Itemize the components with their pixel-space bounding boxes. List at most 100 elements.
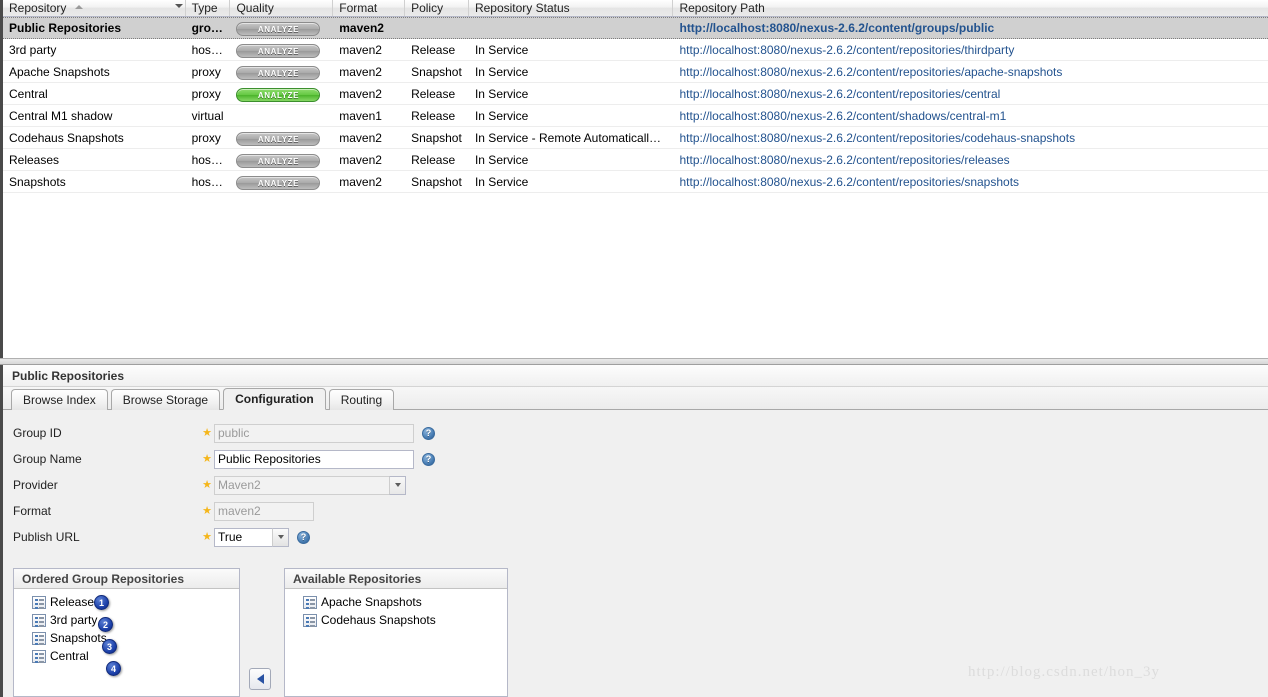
cell-policy: Release xyxy=(411,42,456,57)
form-row-provider: Provider ★ xyxy=(3,472,1268,498)
help-icon[interactable]: ? xyxy=(422,452,435,466)
column-header-policy-label: Policy xyxy=(411,1,444,15)
table-row[interactable]: Releases hosted ANALYZE maven2 Release In Ser… xyxy=(3,149,1268,171)
cell-type: group xyxy=(191,21,226,35)
cell-repository-path[interactable]: http://localhost:8080/nexus-2.6.2/conten… xyxy=(673,172,1268,192)
cell-type: proxy xyxy=(191,130,221,145)
chevron-down-icon[interactable] xyxy=(174,4,183,8)
table-row[interactable]: Central proxy ANALYZE maven2 Release In Servi… xyxy=(3,83,1268,105)
tab-routing[interactable]: Routing xyxy=(328,389,395,410)
table-row[interactable]: Codehaus Snapshots proxy ANALYZE maven2 Snap… xyxy=(3,127,1268,149)
panel-splitter[interactable] xyxy=(0,358,1268,365)
help-icon[interactable]: ? xyxy=(297,530,310,544)
cell-format: maven2 xyxy=(339,86,382,101)
column-header-repository[interactable]: Repository xyxy=(3,0,186,16)
ordered-group-repositories-panel: Ordered Group Repositories Releases 1 3rd … xyxy=(13,568,240,697)
format-input[interactable] xyxy=(214,501,314,521)
cell-quality: ANALYZE xyxy=(230,40,333,60)
cell-repository-path[interactable]: http://localhost:8080/nexus-2.6.2/conten… xyxy=(673,106,1268,126)
move-left-button[interactable] xyxy=(249,668,271,690)
table-row[interactable]: Apache Snapshots proxy ANALYZE maven2 Snapsh… xyxy=(3,61,1268,83)
table-row[interactable]: Public Repositories group ANALYZE maven2 htt… xyxy=(3,17,1268,39)
group-name-label: Group Name xyxy=(13,452,82,466)
required-star-icon: ★ xyxy=(202,426,212,439)
cell-policy: Release xyxy=(411,86,456,101)
list-item[interactable]: Snapshots 3 xyxy=(32,629,239,654)
repository-icon xyxy=(32,649,46,663)
cell-repository-path[interactable]: http://localhost:8080/nexus-2.6.2/conten… xyxy=(673,62,1268,82)
form-row-publish-url: Publish URL ★ ? xyxy=(3,524,1268,550)
sort-ascending-icon xyxy=(74,5,83,9)
group-id-input[interactable] xyxy=(214,423,414,443)
column-header-repository-status-label: Repository Status xyxy=(474,1,570,15)
analyze-button[interactable]: ANALYZE xyxy=(236,153,321,168)
cell-type: hosted xyxy=(191,152,228,167)
order-badge: 4 xyxy=(106,661,121,676)
table-row[interactable]: Snapshots hosted ANALYZE maven2 Snapshot In S… xyxy=(3,171,1268,193)
provider-select[interactable] xyxy=(214,475,406,495)
column-header-type[interactable]: Type xyxy=(186,0,231,16)
cell-repository-path[interactable]: http://localhost:8080/nexus-2.6.2/conten… xyxy=(673,150,1268,170)
list-item[interactable]: Releases 1 xyxy=(32,593,239,611)
cell-policy: Snapshot xyxy=(411,64,462,79)
analyze-button[interactable]: ANALYZE xyxy=(236,65,321,80)
provider-select-wrapper[interactable] xyxy=(214,475,406,495)
table-row[interactable]: Central M1 shadow virtual maven1 Release In … xyxy=(3,105,1268,127)
cell-format: maven2 xyxy=(339,42,382,57)
list-item[interactable]: Apache Snapshots xyxy=(303,593,507,611)
list-item-label: Codehaus Snapshots xyxy=(321,613,436,627)
cell-status: In Service xyxy=(474,174,529,189)
repository-icon xyxy=(303,595,317,609)
cell-repository: Codehaus Snapshots xyxy=(9,130,124,145)
chevron-down-icon[interactable] xyxy=(272,527,289,547)
cell-format: maven1 xyxy=(339,108,382,123)
nexus-repository-manager: Repository Type Quality Format Policy Re… xyxy=(0,0,1268,697)
table-row[interactable]: 3rd party hosted ANALYZE maven2 Release In Se… xyxy=(3,39,1268,61)
cell-repository: Central xyxy=(9,86,48,101)
tab-configuration[interactable]: Configuration xyxy=(223,388,326,410)
cell-status: In Service xyxy=(474,42,529,57)
analyze-button[interactable]: ANALYZE xyxy=(236,175,321,190)
grid-body: Public Repositories group ANALYZE maven2 htt… xyxy=(3,17,1268,193)
repository-icon xyxy=(32,613,46,627)
analyze-button[interactable]: ANALYZE xyxy=(236,87,321,102)
list-item[interactable]: 3rd party 2 xyxy=(32,611,239,632)
cell-repository-path[interactable]: http://localhost:8080/nexus-2.6.2/conten… xyxy=(673,128,1268,148)
cell-status: In Service xyxy=(474,86,529,101)
list-item[interactable]: Central 4 xyxy=(32,647,239,676)
cell-repository-path[interactable]: http://localhost:8080/nexus-2.6.2/conten… xyxy=(673,18,1268,38)
publish-url-select-wrapper[interactable] xyxy=(214,527,289,547)
list-item-label: Releases xyxy=(50,595,101,609)
cell-repository-path[interactable]: http://localhost:8080/nexus-2.6.2/conten… xyxy=(673,84,1268,104)
column-header-repository-status[interactable]: Repository Status xyxy=(469,0,674,16)
tab-browse-index[interactable]: Browse Index xyxy=(11,389,108,410)
list-item[interactable]: Codehaus Snapshots xyxy=(303,611,507,629)
column-header-format[interactable]: Format xyxy=(333,0,406,16)
format-label: Format xyxy=(13,504,52,518)
analyze-button[interactable]: ANALYZE xyxy=(236,22,321,36)
column-header-repository-path-label: Repository Path xyxy=(679,1,765,15)
cell-policy: Release xyxy=(411,108,456,123)
cell-format: maven2 xyxy=(339,152,382,167)
analyze-button[interactable]: ANALYZE xyxy=(236,43,321,58)
list-item-label: 3rd party xyxy=(50,613,98,627)
cell-quality: ANALYZE xyxy=(230,84,333,104)
group-name-input[interactable] xyxy=(214,449,414,469)
tab-browse-storage[interactable]: Browse Storage xyxy=(110,389,221,410)
cell-format: maven2 xyxy=(339,130,382,145)
column-header-repository-path[interactable]: Repository Path xyxy=(673,0,1268,16)
ordered-group-repositories-list[interactable]: Releases 1 3rd party 2 Snapshots 3 Central 4 xyxy=(14,589,239,676)
chevron-down-icon[interactable] xyxy=(389,475,406,495)
cell-type: hosted xyxy=(191,42,228,57)
required-star-icon: ★ xyxy=(202,478,212,491)
analyze-button[interactable]: ANALYZE xyxy=(236,131,321,146)
order-badge: 1 xyxy=(94,595,109,610)
cell-repository-path[interactable]: http://localhost:8080/nexus-2.6.2/conten… xyxy=(673,40,1268,60)
available-repositories-list[interactable]: Apache Snapshots Codehaus Snapshots xyxy=(285,589,507,629)
configuration-form: Group ID ★ ? Group Name ★ ? Provider ★ xyxy=(3,410,1268,550)
form-row-group-id: Group ID ★ ? xyxy=(3,420,1268,446)
column-header-quality[interactable]: Quality xyxy=(230,0,334,16)
cell-repository: 3rd party xyxy=(9,42,57,57)
column-header-policy[interactable]: Policy xyxy=(405,0,469,16)
help-icon[interactable]: ? xyxy=(422,426,435,440)
